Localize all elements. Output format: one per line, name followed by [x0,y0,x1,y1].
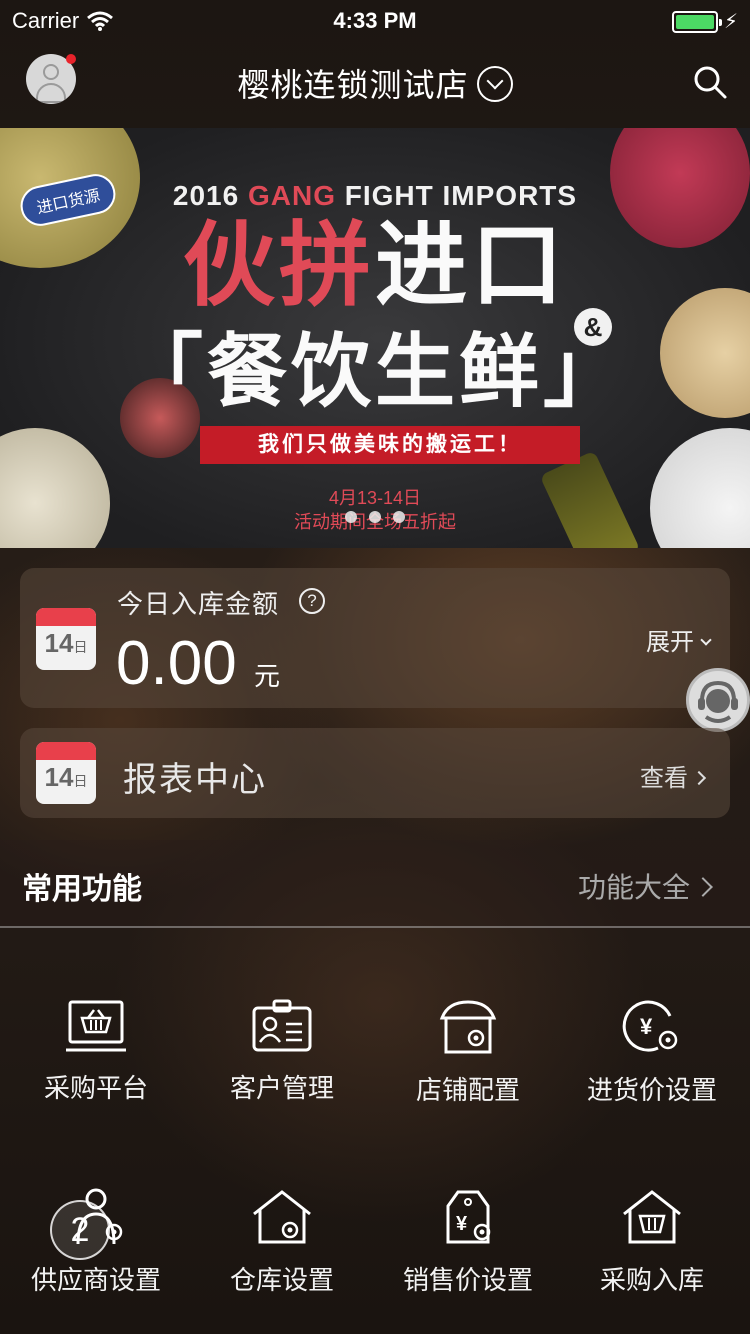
function-store-settings[interactable]: 店铺配置 [374,998,562,1107]
banner-headline-a: 伙拼 [182,215,375,317]
search-icon[interactable] [692,64,728,100]
amount-label: 今日入库金额 [117,589,280,619]
function-label: 供应商设置 [30,1265,161,1295]
amount-value: 0.00 [116,629,237,698]
function-purchase-price[interactable]: ¥ 进货价设置 [558,998,746,1107]
banner-subtitle: 「餐饮生鲜」 [123,327,627,416]
function-sale-price[interactable]: ¥ 销售价设置 [374,1188,562,1297]
today-inbound-card[interactable]: 14日 今日入库金额 ? 0.00 元 展开 [20,568,730,708]
all-functions-link[interactable]: 功能大全 [577,866,713,906]
view-label: 查看 [640,765,688,792]
calendar-icon: 14日 [36,742,96,804]
promo-banner[interactable]: 进口货源 2016 GANG FIGHT IMPORTS 伙拼进口 & 「餐饮生… [0,128,750,548]
function-label: 销售价设置 [402,1265,533,1295]
common-functions-header: 常用功能 功能大全 [0,840,750,928]
purchase-platform-icon [66,1000,126,1052]
status-bar: Carrier 4:33 PM ⚡ [0,0,750,40]
function-label: 店铺配置 [415,1075,520,1105]
calendar-day: 14 [44,628,74,658]
store-name: 樱桃连锁测试店 [237,67,469,103]
function-label: 进货价设置 [586,1075,717,1105]
chevron-right-icon [693,877,713,897]
help-icon[interactable]: ? [299,588,325,614]
chevron-down-circle-icon [476,66,513,102]
calendar-icon: 14日 [36,608,96,670]
svg-text:¥: ¥ [640,1014,653,1039]
customer-service-button[interactable] [686,668,750,732]
banner-top-line: 2016 GANG FIGHT IMPORTS [0,180,750,212]
clock: 4:33 PM [333,8,417,33]
battery-icon [671,10,722,33]
store-settings-icon [439,1000,497,1054]
banner-dot[interactable] [345,511,357,523]
banner-ribbon: 我们只做美味的搬运工！ [200,426,580,464]
banner-dot[interactable] [393,511,405,523]
battery-group: ⚡ [671,9,738,34]
expand-button[interactable]: 展开 [646,622,712,657]
charging-bolt-icon: ⚡ [723,11,738,33]
chevron-right-icon [691,770,707,786]
amount-unit: 元 [254,661,281,691]
banner-page-dots[interactable] [0,510,750,528]
banner-headline-b: 进口 [375,215,568,317]
banner-headline: 伙拼进口 [0,220,750,312]
sale-price-icon: ¥ [446,1190,491,1244]
function-grid: 采购平台 客户管理 店铺配置 ¥ 进货价设置 供应商设置 仓库设置 ¥ 销售价设… [0,930,750,1334]
function-label: 采购入库 [599,1265,704,1295]
view-report-button[interactable]: 查看 [640,758,707,793]
headset-icon [698,680,738,723]
function-label: 客户管理 [229,1073,334,1103]
banner-top-line-a: 2016 [172,180,248,211]
page-indicator-badge[interactable]: 2 [50,1200,110,1260]
calendar-unit: 日 [73,639,88,655]
function-customer-management[interactable]: 客户管理 [188,998,376,1105]
chevron-down-icon [700,634,712,646]
report-center-card[interactable]: 14日 报表中心 查看 [20,728,730,818]
battery-level [675,14,714,29]
all-functions-label: 功能大全 [577,872,690,903]
report-title: 报表中心 [123,761,267,799]
section-title: 常用功能 [22,873,142,906]
top-nav: 樱桃连锁测试店 [0,40,750,128]
function-label: 采购平台 [43,1073,148,1103]
purchase-price-icon: ¥ [622,1000,678,1052]
customer-card-icon [252,999,312,1052]
store-selector[interactable]: 樱桃连锁测试店 [0,60,750,106]
banner-dot[interactable] [369,511,381,523]
svg-text:¥: ¥ [456,1213,468,1235]
calendar-unit: 日 [73,773,88,789]
function-purchase-inbound[interactable]: 采购入库 [558,1188,746,1297]
function-purchase-platform[interactable]: 采购平台 [2,998,190,1105]
function-label: 仓库设置 [229,1265,334,1295]
expand-label: 展开 [646,629,694,656]
purchase-inbound-icon [623,1190,681,1244]
function-warehouse-settings[interactable]: 仓库设置 [188,1188,376,1297]
banner-date: 4月13-14日 [328,488,422,508]
calendar-day: 14 [44,762,74,792]
banner-top-line-b: GANG [247,180,336,211]
banner-top-line-c: FIGHT IMPORTS [335,180,578,211]
warehouse-settings-icon [253,1190,311,1244]
